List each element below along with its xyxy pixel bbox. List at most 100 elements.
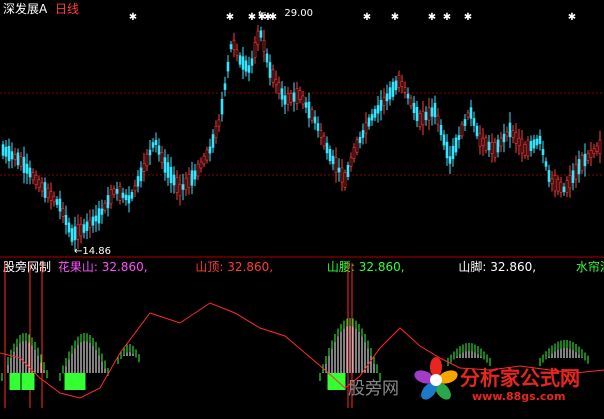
candle-body bbox=[37, 179, 41, 189]
candle-body bbox=[244, 60, 248, 72]
candle-body bbox=[28, 167, 32, 178]
candle-body bbox=[265, 53, 269, 63]
candle-body bbox=[151, 142, 155, 148]
candle-body bbox=[112, 188, 116, 195]
candle-body bbox=[460, 123, 464, 137]
candle-body bbox=[160, 152, 164, 163]
candle-body bbox=[337, 167, 341, 173]
candle-body bbox=[76, 223, 80, 240]
candle-body bbox=[466, 112, 470, 118]
candle-body bbox=[388, 87, 392, 100]
candle-body bbox=[31, 172, 35, 181]
candle-body bbox=[340, 167, 344, 183]
candle-body bbox=[271, 69, 275, 83]
candle-body bbox=[130, 192, 134, 199]
candle-body bbox=[433, 102, 437, 118]
candle-body bbox=[25, 163, 29, 174]
candle-body bbox=[274, 78, 278, 86]
site-url: www.88gs.com bbox=[472, 390, 566, 403]
candle-body bbox=[400, 81, 404, 87]
candle-body bbox=[250, 58, 254, 66]
star-marker-icon: ✱ bbox=[443, 12, 451, 23]
candle-body bbox=[7, 145, 11, 162]
stock-name: 深发展A bbox=[3, 2, 48, 16]
candle-body bbox=[10, 151, 14, 160]
candle-body bbox=[517, 137, 521, 147]
candle-body bbox=[88, 219, 92, 228]
candle-body bbox=[499, 137, 503, 147]
candle-body bbox=[46, 187, 50, 199]
candle-body bbox=[598, 139, 602, 155]
candle-body bbox=[40, 182, 44, 192]
candle-body bbox=[70, 228, 74, 242]
candle-body bbox=[415, 106, 419, 122]
candle-body bbox=[175, 177, 179, 193]
star-marker-icon: ✱ bbox=[248, 12, 256, 23]
candle-body bbox=[556, 179, 560, 192]
candle-body bbox=[127, 195, 131, 204]
candle-body bbox=[106, 195, 110, 209]
candle-body bbox=[238, 55, 242, 65]
candle-body bbox=[346, 165, 350, 177]
candle-body bbox=[490, 142, 494, 154]
candle-body bbox=[547, 170, 551, 182]
candle-body bbox=[232, 39, 236, 51]
candle-body bbox=[574, 163, 578, 180]
star-marker-icon: ✱ bbox=[391, 12, 399, 23]
candle-body bbox=[64, 215, 68, 225]
candle-body bbox=[406, 93, 410, 99]
candle-body bbox=[22, 157, 26, 173]
period-label[interactable]: 日线 bbox=[55, 2, 79, 16]
candle-body bbox=[256, 30, 260, 46]
candle-body bbox=[502, 133, 506, 143]
overlay-watermark: 股旁网 bbox=[348, 379, 399, 399]
candle-body bbox=[154, 140, 158, 145]
candle-body bbox=[277, 82, 281, 94]
candle-body bbox=[475, 125, 479, 137]
candle-body bbox=[187, 174, 191, 188]
candle-body bbox=[316, 123, 320, 131]
candle-series bbox=[1, 24, 602, 250]
candle-body bbox=[478, 133, 482, 147]
candle-body bbox=[454, 137, 458, 153]
kline-canvas: ✱ ✱ ✱ ✱✱✱ ✱ ✱ ✱ ✱ ✱ ✱ bbox=[0, 12, 604, 258]
candle-body bbox=[418, 113, 422, 127]
candle-body bbox=[139, 167, 143, 182]
candle-body bbox=[583, 153, 587, 167]
candle-body bbox=[298, 90, 302, 100]
candle-body bbox=[397, 74, 401, 88]
candle-body bbox=[13, 154, 17, 160]
candle-body bbox=[565, 180, 569, 193]
low-price-label: ←14.86 bbox=[74, 246, 112, 257]
candle-body bbox=[103, 202, 107, 211]
candle-body bbox=[322, 135, 326, 147]
candle-body bbox=[559, 181, 563, 193]
candle-body bbox=[382, 96, 386, 106]
candle-body bbox=[19, 156, 23, 167]
candle-body bbox=[481, 137, 485, 147]
candle-body bbox=[196, 163, 200, 177]
candle-body bbox=[325, 142, 329, 154]
high-price-label: ← 29.00 bbox=[258, 8, 314, 19]
candle-body bbox=[448, 156, 452, 164]
candle-body bbox=[589, 150, 593, 158]
candle-body bbox=[445, 141, 449, 159]
candle-body bbox=[163, 157, 167, 173]
candle-body bbox=[97, 208, 101, 224]
candle-body bbox=[49, 191, 53, 201]
candle-body bbox=[304, 102, 308, 108]
candle-body bbox=[292, 92, 296, 102]
candle-body bbox=[262, 40, 266, 52]
candle-body bbox=[511, 130, 515, 138]
candlestick-chart[interactable]: ✱ ✱ ✱ ✱ ✱ ✱ ✱ ✱ ✱ ✱ ✱ ✱ 深发展A 日线 ← 29.00 ←14.86 bbox=[0, 0, 604, 258]
candle-body bbox=[193, 170, 197, 180]
candle-body bbox=[94, 215, 98, 222]
candle-body bbox=[496, 139, 500, 153]
candle-body bbox=[313, 116, 317, 124]
candle-body bbox=[544, 161, 548, 167]
candle-body bbox=[169, 166, 173, 184]
candle-body bbox=[43, 182, 47, 198]
candle-body bbox=[364, 122, 368, 134]
candle-body bbox=[67, 222, 71, 233]
candle-body bbox=[34, 175, 38, 185]
